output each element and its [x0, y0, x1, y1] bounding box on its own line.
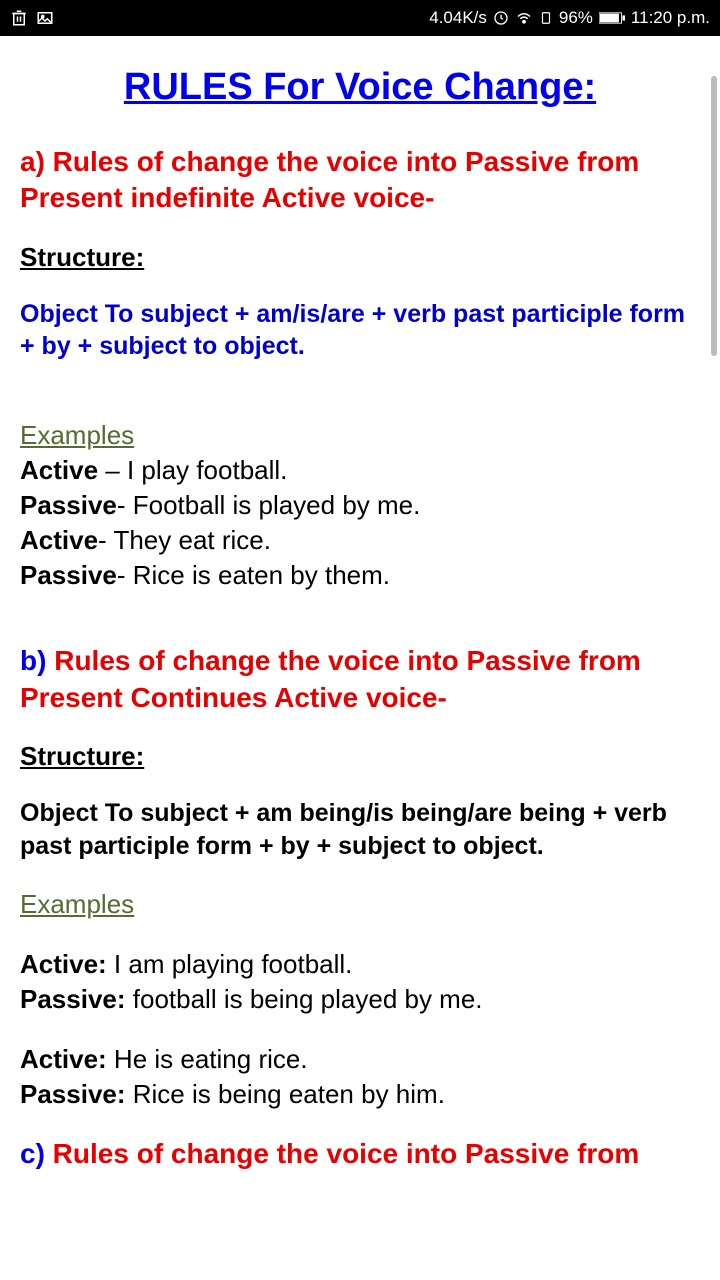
image-icon: [36, 9, 54, 27]
document-content[interactable]: RULES For Voice Change: a) Rules of chan…: [0, 36, 720, 1280]
structure-label-a: Structure:: [20, 242, 144, 273]
trash-icon: [10, 9, 28, 27]
scrollbar[interactable]: [711, 76, 717, 356]
section-c-partial: c) Rules of change the voice into Passiv…: [20, 1138, 700, 1170]
examples-label-a: Examples: [20, 418, 134, 453]
structure-label-b: Structure:: [20, 741, 144, 772]
formula-a: Object To subject + am/is/are + verb pas…: [20, 298, 700, 363]
examples-label-b: Examples: [20, 887, 134, 922]
section-a-heading: a) Rules of change the voice into Passiv…: [20, 144, 700, 217]
clock-time: 11:20 p.m.: [631, 8, 710, 28]
device-icon: [539, 9, 553, 27]
section-b-heading: b) Rules of change the voice into Passiv…: [20, 643, 700, 716]
page-title: RULES For Voice Change:: [20, 66, 700, 109]
example-pair-2: Active: He is eating rice. Passive: Rice…: [20, 1042, 700, 1112]
wifi-icon: [515, 9, 533, 27]
network-speed: 4.04K/s: [429, 8, 487, 28]
formula-b: Object To subject + am being/is being/ar…: [20, 797, 700, 862]
battery-percent: 96%: [559, 8, 593, 28]
clock-icon: [493, 10, 509, 26]
status-bar: 4.04K/s 96% 11:20 p.m.: [0, 0, 720, 36]
examples-a: Examples Active – I play football. Passi…: [20, 418, 700, 593]
examples-b-label: Examples: [20, 887, 700, 922]
battery-icon: [599, 11, 625, 25]
example-pair-1: Active: I am playing football. Passive: …: [20, 947, 700, 1017]
